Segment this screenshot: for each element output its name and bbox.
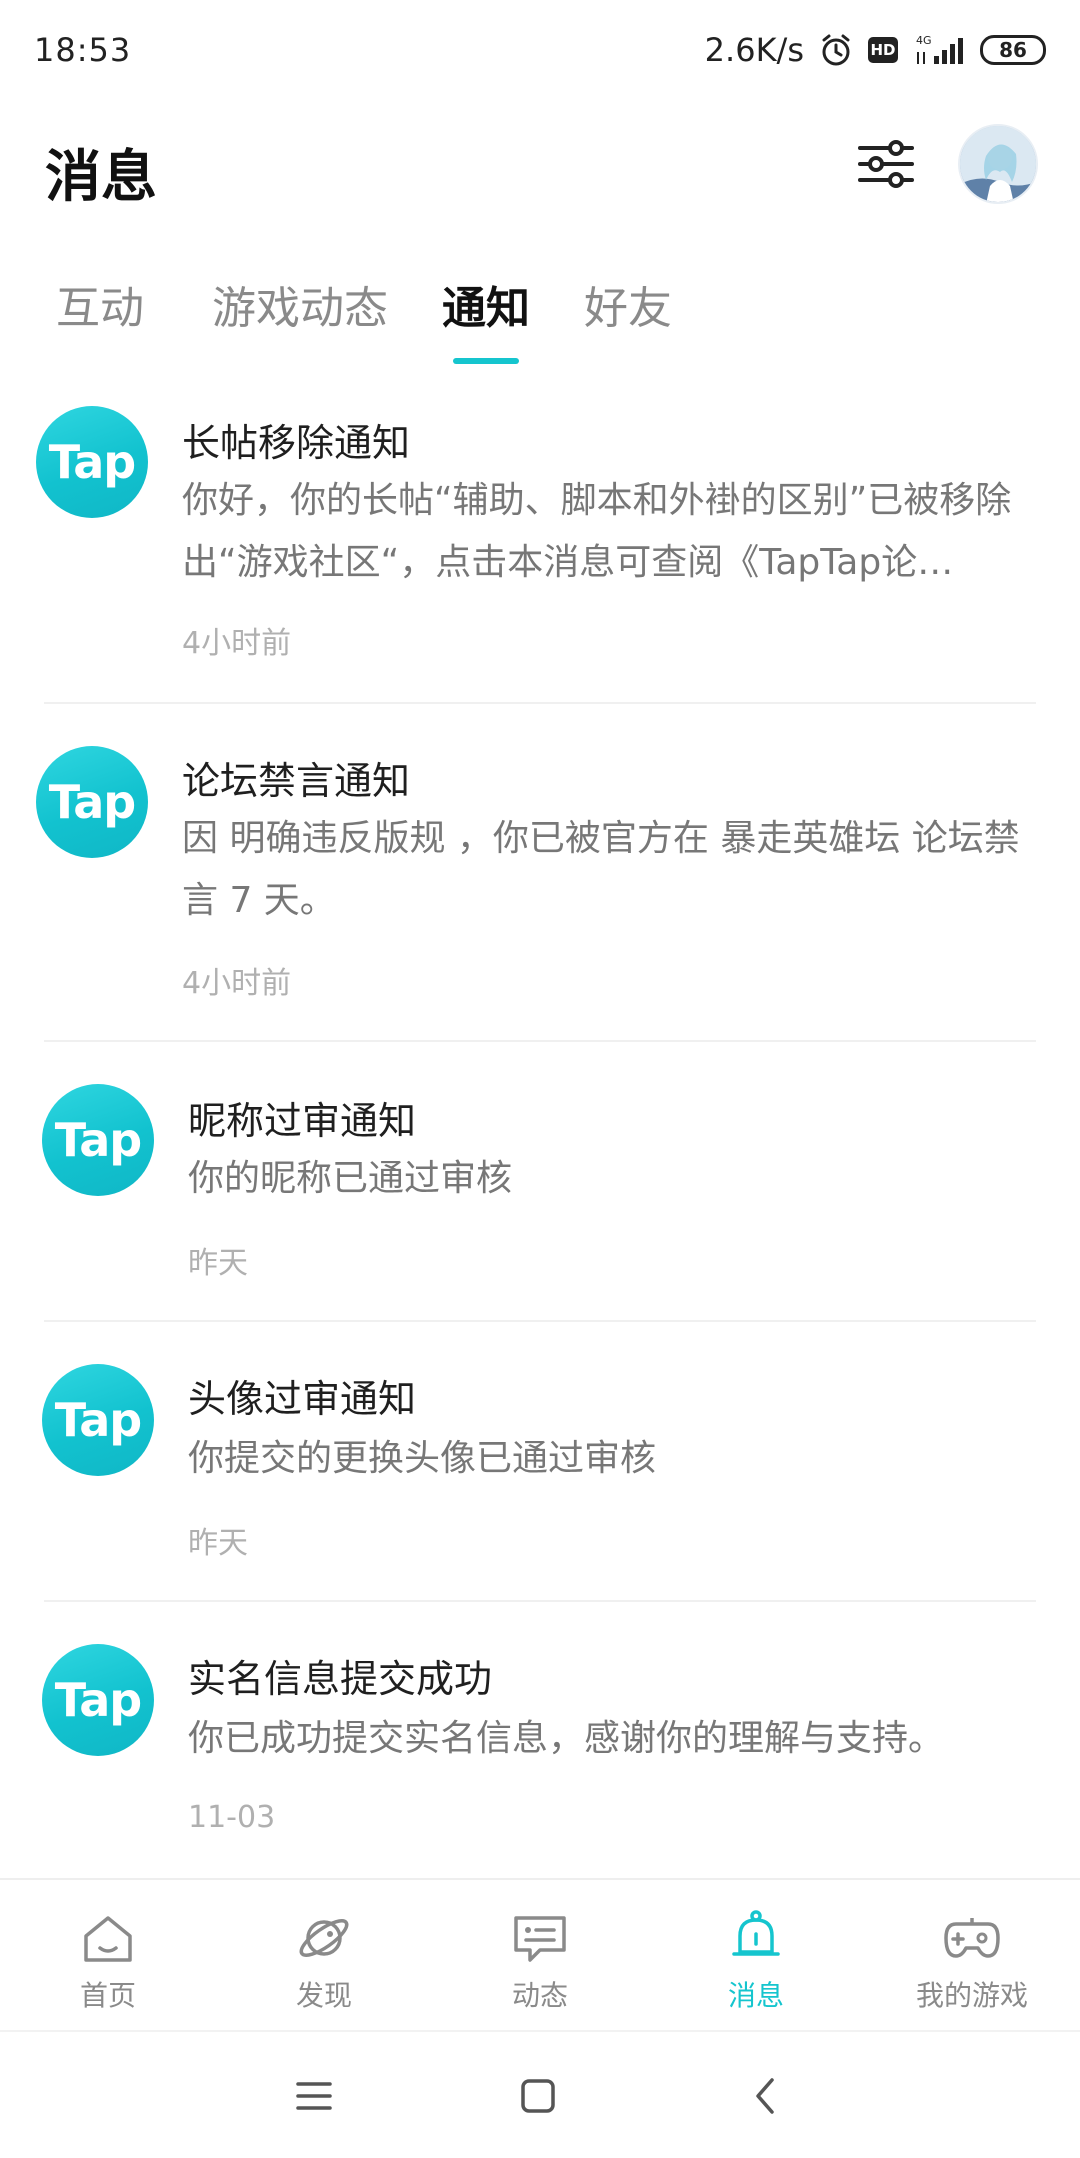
notification-body: 你好，你的长帖“辅助、脚本和外褂的区别”已被移除出“游戏社区“，点击本消息可查阅…: [182, 480, 1012, 583]
notification-time: 11-03: [188, 1800, 276, 1835]
nav-messages[interactable]: 消息: [648, 1880, 864, 2030]
notification-item[interactable]: Tap 实名信息提交成功 你已成功提交实名信息，感谢你的理解与支持。 11-03: [0, 1628, 1080, 1878]
nav-my-games[interactable]: 我的游戏: [864, 1880, 1080, 2030]
divider: [44, 1320, 1036, 1322]
chat-icon: [514, 1916, 566, 1962]
taptap-logo-icon: Tap: [42, 1084, 154, 1196]
gamepad-icon: [944, 1918, 1000, 1958]
notification-time: 4小时前: [182, 966, 292, 1001]
notification-item[interactable]: Tap 头像过审通知 你提交的更换头像已通过审核 昨天: [0, 1348, 1080, 1598]
tab-game-updates[interactable]: 游戏动态: [212, 272, 388, 336]
messages-page: 18:53 2.6K/s HD 4G 86 消息 互动 游戏动态 通知 好友 T…: [0, 0, 1080, 2158]
page-title: 消息: [45, 145, 157, 210]
taptap-logo-icon: Tap: [36, 406, 148, 518]
notification-item[interactable]: Tap 论坛禁言通知 因 明确违反版规 ，你已被官方在 暴走英雄坛 论坛禁言 7…: [0, 730, 1080, 1040]
active-tab-indicator: [453, 358, 519, 364]
tab-interactions[interactable]: 互动: [56, 272, 144, 336]
notification-title: 头像过审通知: [188, 1377, 417, 1421]
menu-icon[interactable]: [284, 2066, 344, 2126]
home-icon: [84, 1916, 132, 1962]
battery-indicator: 86: [980, 35, 1046, 65]
notification-body: 你的昵称已通过审核: [188, 1158, 513, 1199]
notification-body: 你提交的更换头像已通过审核: [188, 1438, 657, 1479]
tab-bar: 互动 游戏动态 通知 好友: [0, 262, 1080, 372]
taptap-logo-icon: Tap: [42, 1364, 154, 1476]
notification-title: 长帖移除通知: [182, 421, 411, 465]
notification-body: 因 明确违反版规 ，你已被官方在 暴走英雄坛 论坛禁言 7 天。: [182, 818, 1020, 921]
nav-discover[interactable]: 发现: [216, 1880, 432, 2030]
nav-label: 消息: [727, 1979, 784, 2012]
notification-time: 昨天: [188, 1526, 248, 1561]
notification-title: 昵称过审通知: [188, 1099, 417, 1143]
bell-icon: [732, 1910, 780, 1956]
nav-label: 首页: [79, 1979, 136, 2012]
nav-label: 我的游戏: [915, 1979, 1028, 2012]
notification-title: 论坛禁言通知: [182, 759, 411, 803]
avatar-image: [960, 126, 1036, 202]
status-bar: 18:53 2.6K/s HD 4G 86: [0, 0, 1080, 100]
planet-icon: [299, 1919, 349, 1957]
notification-item[interactable]: Tap 昵称过审通知 你的昵称已通过审核 昨天: [0, 1068, 1080, 1318]
notification-time: 昨天: [188, 1246, 248, 1281]
nav-label: 发现: [295, 1979, 352, 2012]
tab-notifications[interactable]: 通知: [442, 272, 530, 336]
notification-title: 实名信息提交成功: [188, 1657, 493, 1701]
system-nav-bar: [0, 2030, 1080, 2158]
back-icon[interactable]: [736, 2066, 796, 2126]
taptap-logo-icon: Tap: [36, 746, 148, 858]
taptap-logo-icon: Tap: [42, 1644, 154, 1756]
status-time: 18:53: [34, 31, 132, 69]
status-indicators: 2.6K/s HD 4G 86: [705, 31, 1046, 69]
notification-item[interactable]: Tap 长帖移除通知 你好，你的长帖“辅助、脚本和外褂的区别”已被移除出“游戏社…: [0, 390, 1080, 700]
header: 消息: [0, 118, 1080, 218]
network-speed: 2.6K/s: [704, 31, 804, 69]
nav-home[interactable]: 首页: [0, 1880, 216, 2030]
network-type: 4G: [916, 34, 932, 47]
notification-time: 4小时前: [182, 626, 292, 661]
home-square-icon[interactable]: [508, 2066, 568, 2126]
nav-label: 动态: [511, 1979, 568, 2012]
avatar[interactable]: [958, 124, 1038, 204]
bottom-nav: 首页 发现 动态 消息 我的游戏: [0, 1878, 1080, 2030]
divider: [44, 1040, 1036, 1042]
signal-icon: 4G: [912, 32, 966, 68]
divider: [44, 1600, 1036, 1602]
alarm-icon: [818, 32, 854, 68]
notification-body: 你已成功提交实名信息，感谢你的理解与支持。: [188, 1718, 945, 1759]
nav-feed[interactable]: 动态: [432, 1880, 648, 2030]
tab-friends[interactable]: 好友: [584, 272, 672, 336]
sliders-icon: [858, 140, 914, 188]
hd-icon: HD: [868, 37, 898, 63]
divider: [44, 702, 1036, 704]
filter-button[interactable]: [856, 134, 916, 194]
